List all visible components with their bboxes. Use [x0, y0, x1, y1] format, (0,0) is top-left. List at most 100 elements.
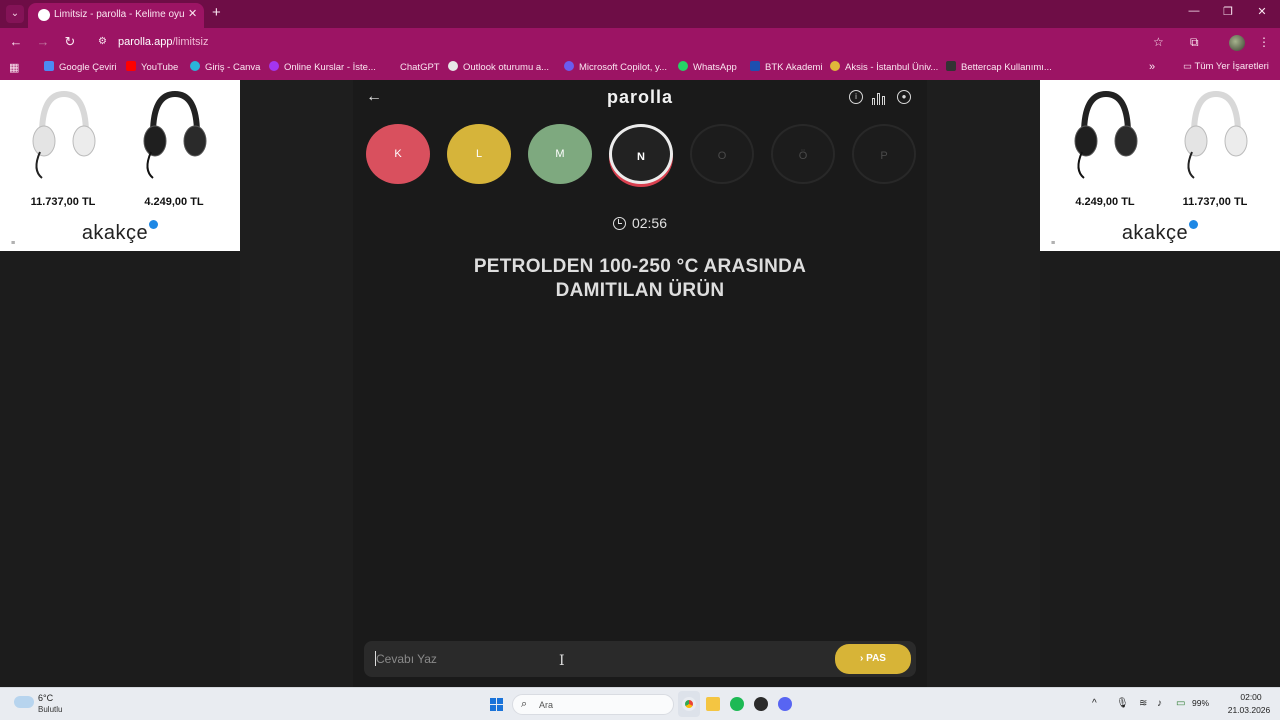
game-area: ← parolla i ● KLMNOÖP 02:56 PETROLDEN 10…	[240, 80, 1040, 687]
all-bookmarks-folder[interactable]: ▭ Tüm Yer İşaretleri	[1183, 61, 1269, 72]
windows-start-icon[interactable]	[490, 698, 503, 711]
globe-icon	[448, 61, 458, 71]
forward-arrow-icon[interactable]: →	[35, 34, 51, 49]
restore-window-icon[interactable]: ❐	[1218, 5, 1238, 18]
browser-tab-active[interactable]: Limitsiz - parolla - Kelime oyunu ✕	[28, 3, 204, 28]
udemy-icon	[269, 61, 279, 71]
folder-icon: ▭	[1183, 61, 1195, 72]
battery-icon[interactable]: ▭	[1176, 698, 1185, 709]
letter-circle-ö: Ö	[771, 124, 835, 184]
spotify-icon[interactable]	[730, 697, 744, 711]
browser-toolbar: ← → ↻ ⚙ parolla.app/limitsiz ☆ ⧉ ⋮	[0, 28, 1280, 56]
microphone-icon[interactable]: 🎙	[1116, 698, 1129, 709]
new-tab-button[interactable]: +	[212, 4, 221, 21]
weather-temperature[interactable]: 6°C	[38, 693, 53, 703]
ad-choices-icon[interactable]: ≡	[1051, 240, 1055, 247]
clock-icon	[612, 217, 626, 230]
statistics-icon[interactable]	[872, 92, 888, 105]
black-headset-image	[1074, 90, 1138, 179]
extensions-icon[interactable]: ⧉	[1190, 35, 1199, 50]
ad-price: 4.249,00 TL	[144, 196, 204, 208]
bookmark-canva[interactable]: Giriş - Canva	[190, 61, 260, 73]
bookmarks-bar: ▦ Google Çeviri YouTube Giriş - Canva On…	[0, 56, 1280, 80]
text-caret	[375, 651, 376, 666]
browser-menu-icon[interactable]: ⋮	[1258, 35, 1270, 49]
close-window-icon[interactable]: ✕	[1252, 5, 1272, 18]
address-bar[interactable]: ⚙ parolla.app/limitsiz	[88, 32, 1178, 53]
speaker-icon[interactable]: ♪	[1157, 698, 1162, 709]
taskbar-date[interactable]: 21.03.2026	[1222, 705, 1276, 715]
bookmark-aksis[interactable]: Aksis - İstanbul Üniv...	[830, 61, 938, 73]
bookmark-google-ceviri[interactable]: Google Çeviri	[44, 61, 117, 73]
white-headset-image	[1184, 90, 1248, 179]
ad-price: 4.249,00 TL	[1075, 196, 1135, 208]
profile-avatar[interactable]	[1229, 35, 1245, 51]
chrome-icon[interactable]	[682, 697, 696, 711]
search-placeholder: Ara	[539, 700, 554, 710]
site-settings-icon[interactable]: ⚙	[98, 36, 107, 47]
parolla-logo: parolla	[606, 87, 674, 107]
bookmark-copilot[interactable]: Microsoft Copilot, y...	[564, 61, 667, 73]
search-icon: ⌕	[521, 698, 528, 710]
letter-circle-o: O	[690, 124, 754, 184]
ad-product-card[interactable]: 4.249,00 TL	[121, 84, 227, 212]
minimize-window-icon[interactable]: —	[1184, 5, 1204, 17]
info-icon[interactable]: i	[849, 90, 863, 104]
app-icon[interactable]	[754, 697, 768, 711]
ad-banner-left[interactable]: 11.737,00 TL 4.249,00 TL akakçe ≡	[0, 80, 240, 251]
akakce-logo: akakçe	[0, 220, 240, 245]
bookmarks-overflow-icon[interactable]: »	[1149, 61, 1155, 73]
tab-title: Limitsiz - parolla - Kelime oyunu	[54, 9, 184, 20]
pas-button[interactable]: › PAS	[835, 644, 911, 674]
discord-icon[interactable]	[778, 697, 792, 711]
taskbar-search[interactable]: ⌕ Ara	[512, 694, 674, 715]
letter-circle-k: K	[366, 124, 430, 184]
question-text: PETROLDEN 100-250 °C ARASINDA DAMITILAN …	[473, 256, 807, 301]
black-headset-image	[143, 90, 207, 179]
canva-icon	[190, 61, 200, 71]
answer-input[interactable]	[376, 649, 816, 669]
taskbar-time[interactable]: 02:00	[1226, 692, 1276, 702]
wifi-icon[interactable]: ≋	[1139, 698, 1147, 709]
bookmark-online-kurslar[interactable]: Online Kurslar - İste...	[269, 61, 376, 73]
parolla-favicon-icon	[38, 9, 50, 21]
ad-product-card[interactable]: 11.737,00 TL	[10, 84, 116, 212]
letter-circle-p: P	[852, 124, 916, 184]
game-panel: ← parolla i ● KLMNOÖP 02:56 PETROLDEN 10…	[353, 80, 927, 687]
ad-banner-right[interactable]: 4.249,00 TL 11.737,00 TL akakçe ≡	[1040, 80, 1280, 251]
youtube-icon	[126, 61, 136, 71]
ad-product-card[interactable]: 11.737,00 TL	[1162, 84, 1268, 212]
reload-icon[interactable]: ↻	[62, 34, 78, 50]
bookmark-chatgpt[interactable]: ChatGPT	[385, 61, 440, 73]
ad-price: 11.737,00 TL	[30, 196, 96, 208]
google-translate-icon	[44, 61, 54, 71]
copilot-icon	[564, 61, 574, 71]
back-arrow-icon[interactable]: ←	[8, 34, 24, 49]
mouse-ibeam-cursor: I	[559, 653, 565, 669]
letter-circle-m: M	[528, 124, 592, 184]
ad-choices-icon[interactable]: ≡	[11, 240, 15, 247]
file-explorer-icon[interactable]	[706, 697, 720, 711]
chatgpt-icon	[385, 61, 395, 71]
verified-check-icon	[149, 220, 159, 229]
tab-search-button[interactable]: ⌄	[6, 5, 24, 23]
bookmark-bettercap[interactable]: Bettercap Kullanımı...	[946, 61, 1052, 73]
answer-form: I › PAS	[364, 641, 916, 677]
bookmark-youtube[interactable]: YouTube	[126, 61, 178, 73]
bookmark-btk-akademi[interactable]: BTK Akademi	[750, 61, 823, 73]
ad-product-card[interactable]: 4.249,00 TL	[1052, 84, 1158, 212]
aksis-icon	[830, 61, 840, 71]
tray-overflow-icon[interactable]: ^	[1092, 698, 1097, 709]
page-content: 11.737,00 TL 4.249,00 TL akakçe ≡ 4.249,…	[0, 80, 1280, 687]
bookmark-whatsapp[interactable]: WhatsApp	[678, 61, 737, 73]
bookmark-star-icon[interactable]: ☆	[1153, 35, 1164, 49]
whatsapp-icon	[678, 61, 688, 71]
apps-grid-icon[interactable]: ▦	[9, 61, 19, 74]
bookmark-outlook[interactable]: Outlook oturumu a...	[448, 61, 549, 73]
close-tab-icon[interactable]: ✕	[188, 7, 197, 20]
cloud-icon[interactable]	[14, 696, 34, 708]
akakce-logo: akakçe	[1040, 220, 1280, 245]
letter-circle-n: N	[609, 124, 673, 184]
user-profile-icon[interactable]: ●	[897, 90, 911, 104]
weather-description[interactable]: Bulutlu	[38, 705, 62, 714]
